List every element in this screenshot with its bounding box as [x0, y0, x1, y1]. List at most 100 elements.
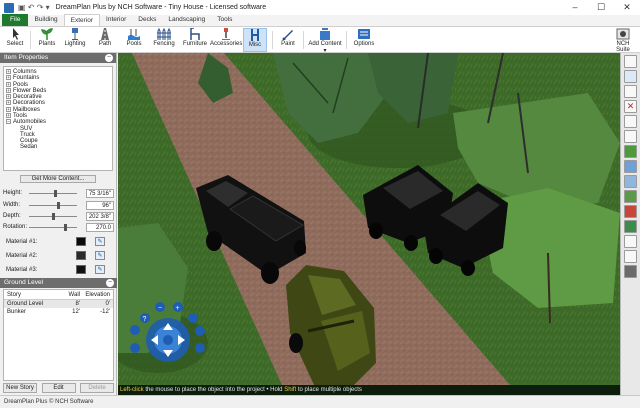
paint-button[interactable]: Paint	[277, 28, 299, 52]
rotation-field[interactable]: 270.0	[86, 223, 114, 232]
3d-viewport[interactable]: ? − +	[118, 53, 620, 385]
material-swatch[interactable]	[76, 265, 86, 274]
expand-icon[interactable]: +	[6, 87, 11, 93]
lighting-button[interactable]: Lighting	[62, 28, 88, 52]
nch-suite-button[interactable]: NCH Suite	[609, 28, 637, 53]
path-button[interactable]: Path	[94, 28, 116, 52]
misc-button[interactable]: Misc	[243, 28, 267, 52]
grass-icon[interactable]	[624, 145, 637, 158]
pool-icon	[128, 29, 140, 40]
add-content-button[interactable]: Add Content ▾	[307, 28, 343, 54]
table-row[interactable]: Bunker 12' -12'	[4, 308, 113, 316]
navigation-control[interactable]	[146, 318, 190, 362]
furniture-button[interactable]: Furniture	[181, 28, 209, 52]
tab-file[interactable]: File	[2, 14, 29, 26]
material-swatch[interactable]	[76, 237, 86, 246]
paint-icon	[282, 30, 293, 40]
rotate-view-icon[interactable]	[624, 70, 637, 83]
expand-icon[interactable]: +	[6, 81, 11, 87]
close-icon[interactable]: ✕	[614, 0, 640, 15]
slider-knob[interactable]	[56, 202, 60, 209]
app-icon	[4, 2, 14, 13]
item-tree[interactable]: + Columns + Fountains + Pools + Flower Beds …	[3, 66, 113, 171]
tab-decks[interactable]: Decks	[132, 14, 162, 26]
screen-icon[interactable]	[624, 265, 637, 278]
hand-icon[interactable]	[624, 55, 637, 68]
expand-icon[interactable]: +	[6, 75, 11, 81]
height-slider[interactable]	[29, 190, 77, 197]
pools-button[interactable]: Pools	[123, 28, 145, 52]
minimize-icon[interactable]: –	[562, 0, 588, 15]
plants-button[interactable]: Plants	[36, 28, 58, 52]
right-toolbar: ✕	[620, 53, 640, 395]
tab-landscaping[interactable]: Landscaping	[162, 14, 211, 26]
maximize-icon[interactable]: ☐	[588, 0, 614, 15]
accessories-button[interactable]: Accessories	[210, 28, 242, 52]
select-button[interactable]: Select	[4, 28, 26, 52]
item-properties-header: Item Properties −	[0, 53, 116, 63]
depth-field[interactable]: 202 3/8"	[86, 212, 114, 221]
toolbar: Select Plants Lighting Path Pools Fencin…	[0, 27, 640, 54]
eyedropper-icon[interactable]: ✎	[95, 237, 105, 246]
options-button[interactable]: Options	[352, 28, 376, 52]
expand-icon[interactable]: +	[6, 94, 11, 100]
eyedropper-icon[interactable]: ✎	[95, 265, 105, 274]
svg-text:+: +	[176, 305, 180, 312]
edit-story-button[interactable]: Edit	[41, 383, 76, 393]
material-2-row: Material #2: ✎	[3, 250, 114, 261]
fencing-button[interactable]: Fencing	[151, 28, 177, 52]
expand-icon[interactable]: +	[6, 69, 11, 74]
fence-icon	[157, 28, 171, 40]
depth-slider[interactable]	[29, 213, 77, 220]
terrain-icon[interactable]	[624, 190, 637, 203]
tab-interior[interactable]: Interior	[100, 14, 132, 26]
paint-bucket-icon[interactable]	[624, 220, 637, 233]
cursor-icon	[13, 28, 19, 40]
lamp-icon	[72, 28, 78, 40]
left-panel: Item Properties − + Columns + Fountains + P…	[0, 53, 117, 395]
new-story-button[interactable]: New Story	[3, 383, 37, 393]
width-row: Width: 96"	[3, 201, 114, 211]
plant-icon	[41, 28, 53, 40]
get-more-content-button[interactable]: Get More Content...	[20, 175, 96, 183]
rotation-row: Rotation: 270.0	[3, 223, 114, 233]
slider-knob[interactable]	[54, 190, 58, 197]
misc-icon	[251, 29, 259, 41]
expand-icon[interactable]: +	[6, 100, 11, 106]
copy-icon[interactable]	[624, 115, 637, 128]
table-row[interactable]: Ground Level 8' 0'	[4, 300, 113, 308]
delete-icon[interactable]: ✕	[624, 100, 637, 113]
width-field[interactable]: 96"	[86, 201, 114, 210]
tab-building[interactable]: Building	[28, 14, 63, 26]
material-swatch[interactable]	[76, 251, 86, 260]
height-row: Height: 75 3/16"	[3, 189, 114, 199]
layers-icon[interactable]	[624, 175, 637, 188]
height-field[interactable]: 75 3/16"	[86, 189, 114, 198]
expand-icon[interactable]: +	[6, 112, 11, 118]
slider-knob[interactable]	[52, 213, 55, 220]
collapse-icon[interactable]: −	[106, 279, 114, 287]
paste-icon[interactable]	[624, 130, 637, 143]
ground-level-header: Ground Level −	[0, 278, 117, 288]
slider-knob[interactable]	[63, 224, 67, 231]
tree-item-sedan[interactable]: Sedan	[6, 144, 110, 150]
window-title: DreamPlan Plus by NCH Software - Tiny Ho…	[55, 4, 267, 11]
rotation-slider[interactable]	[29, 224, 77, 231]
expand-icon[interactable]: +	[6, 106, 11, 112]
collapse-icon[interactable]: −	[6, 119, 11, 125]
eyedropper-icon[interactable]: ✎	[95, 251, 105, 260]
width-slider[interactable]	[29, 202, 77, 209]
tab-tools[interactable]: Tools	[211, 14, 238, 26]
zoom-icon[interactable]	[624, 85, 637, 98]
camera-icon[interactable]	[624, 250, 637, 263]
svg-text:?: ?	[143, 316, 147, 323]
ruler-icon[interactable]	[624, 235, 637, 248]
tree-icon[interactable]	[624, 160, 637, 173]
house-icon[interactable]	[624, 205, 637, 218]
scene: ? − +	[118, 53, 620, 385]
delete-story-button[interactable]: Delete	[80, 383, 114, 393]
tab-exterior[interactable]: Exterior	[63, 14, 101, 26]
collapse-icon[interactable]: −	[105, 54, 113, 62]
options-icon	[358, 29, 370, 39]
quick-access-icons[interactable]: ▣ ↶ ↷ ▾	[18, 3, 50, 12]
